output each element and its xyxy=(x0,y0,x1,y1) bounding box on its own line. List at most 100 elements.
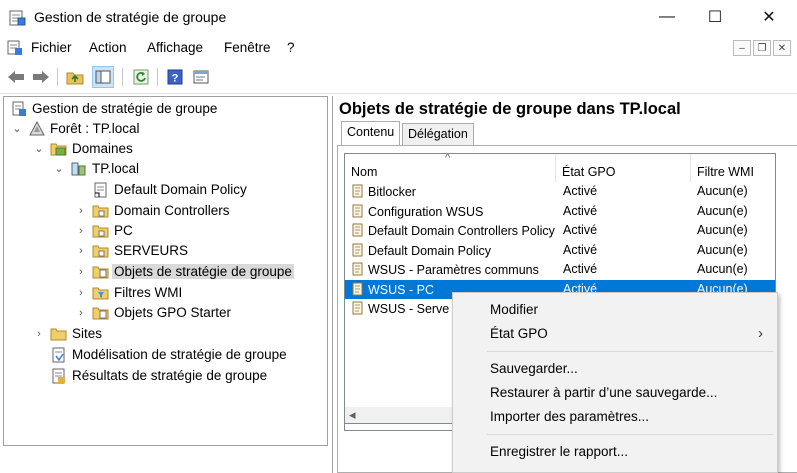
chevron-down-icon[interactable]: ⌄ xyxy=(10,122,24,136)
gpo-state: Activé xyxy=(563,242,598,257)
gpo-wmi: Aucun(e) xyxy=(697,184,748,198)
menu-item-enregistrer-rapport[interactable]: Enregistrer le rapport... xyxy=(453,439,777,463)
mdi-minimize-button[interactable]: – xyxy=(733,40,751,56)
tree-node-results[interactable]: Résultats de stratégie de groupe xyxy=(50,366,267,385)
toolbar-separator xyxy=(57,68,58,86)
chevron-right-icon[interactable]: › xyxy=(74,306,88,320)
close-button[interactable]: ✕ xyxy=(746,0,792,34)
menu-help[interactable]: ? xyxy=(287,40,295,55)
toolbar: ? xyxy=(0,60,797,94)
tree-node-pc[interactable]: › PC xyxy=(74,221,133,240)
tree-node-starter-gpos[interactable]: › Objets GPO Starter xyxy=(74,303,231,322)
table-row[interactable]: Default Domain Controllers Policy Activé… xyxy=(345,221,775,241)
chevron-right-icon[interactable]: › xyxy=(74,224,88,238)
table-row[interactable]: Bitlocker Activé Aucun(e) xyxy=(345,182,775,202)
tree-node-gpo-container[interactable]: › Objets de stratégie de groupe xyxy=(74,262,294,281)
menu-item-etat-gpo[interactable]: État GPO › xyxy=(453,321,777,345)
chevron-down-icon[interactable]: ⌄ xyxy=(32,142,46,156)
tree-node-forest[interactable]: ⌄ Forêt : TP.local xyxy=(10,119,140,138)
toolbar-separator xyxy=(157,68,158,86)
gpo-name: Default Domain Controllers Policy xyxy=(368,224,555,238)
starter-folder-icon xyxy=(92,305,109,321)
tree-node-label: Gestion de stratégie de groupe xyxy=(32,101,218,116)
help-icon[interactable]: ? xyxy=(164,66,186,88)
tree-node-wmi-filters[interactable]: › Filtres WMI xyxy=(74,283,182,302)
menu-item-restaurer[interactable]: Restaurer à partir d’une sauvegarde... xyxy=(453,380,777,404)
forward-arrow-icon[interactable] xyxy=(30,66,52,88)
gpo-name: Default Domain Policy xyxy=(368,243,491,258)
column-header-filtre-wmi[interactable]: Filtre WMI xyxy=(691,154,775,182)
title-bar: Gestion de stratégie de groupe — ☐ ✕ xyxy=(0,0,797,36)
chevron-right-icon[interactable]: › xyxy=(74,286,88,300)
scroll-left-icon[interactable]: ◂ xyxy=(349,407,356,423)
chevron-right-icon[interactable]: › xyxy=(74,265,88,279)
tree-node-sites[interactable]: › Sites xyxy=(32,324,102,343)
gpo-scroll-icon xyxy=(351,282,364,296)
tree-node-label: Domain Controllers xyxy=(114,203,230,218)
menu-item-modifier[interactable]: Modifier xyxy=(453,297,777,321)
tree-node-default-domain-policy[interactable]: Default Domain Policy xyxy=(92,180,247,199)
minimize-button[interactable]: — xyxy=(644,0,690,34)
up-folder-icon[interactable] xyxy=(64,66,86,88)
tree-node-label: PC xyxy=(114,223,133,238)
console-icon[interactable] xyxy=(7,40,23,56)
gpo-folder-icon xyxy=(92,264,109,280)
gpo-state: Activé xyxy=(563,203,598,218)
chevron-down-icon[interactable]: ⌄ xyxy=(52,162,66,176)
tree-node-domains[interactable]: ⌄ Domaines xyxy=(32,139,133,158)
menu-item-sauvegarder[interactable]: Sauvegarder... xyxy=(453,356,777,380)
pane-title: Objets de stratégie de groupe dans TP.lo… xyxy=(339,100,681,118)
column-header-etat-gpo[interactable]: État GPO xyxy=(556,154,691,182)
gpo-scroll-icon xyxy=(351,243,364,257)
chevron-right-icon[interactable]: › xyxy=(74,244,88,258)
menu-action[interactable]: Action xyxy=(89,40,127,55)
tab-delegation[interactable]: Délégation xyxy=(402,123,474,145)
gpo-name: WSUS - Serve xyxy=(368,302,450,316)
tab-contenu[interactable]: Contenu xyxy=(341,121,401,146)
table-row[interactable]: WSUS - Paramètres communs Activé Aucun(e… xyxy=(345,260,775,280)
ou-folder-icon xyxy=(92,243,109,259)
maximize-button[interactable]: ☐ xyxy=(692,0,738,34)
tree-node-gpm-root[interactable]: Gestion de stratégie de groupe xyxy=(10,99,217,118)
tree-node-label: Domaines xyxy=(72,141,133,156)
mdi-close-button[interactable]: ✕ xyxy=(773,40,791,56)
back-arrow-icon[interactable] xyxy=(5,66,27,88)
gpo-wmi: Aucun(e) xyxy=(697,262,748,276)
tree-node-domain-controllers[interactable]: › Domain Controllers xyxy=(74,201,230,220)
wmi-folder-icon xyxy=(92,285,109,301)
menu-item-label: Restaurer à partir d’une sauvegarde... xyxy=(490,384,718,400)
menu-item-label: Importer des paramètres... xyxy=(490,408,650,424)
chevron-right-icon[interactable]: › xyxy=(74,204,88,218)
menu-affichage[interactable]: Affichage xyxy=(147,40,203,55)
tree-node-tp-local[interactable]: ⌄ TP.local xyxy=(52,159,139,178)
menu-fichier[interactable]: Fichier xyxy=(31,40,72,55)
table-row[interactable]: Default Domain Policy Activé Aucun(e) xyxy=(345,241,775,261)
menu-separator xyxy=(487,351,773,352)
window-title: Gestion de stratégie de groupe xyxy=(34,9,227,25)
menu-item-label: État GPO xyxy=(490,325,548,341)
domain-icon xyxy=(70,161,87,177)
menu-item-importer[interactable]: Importer des paramètres... xyxy=(453,404,777,428)
mdi-restore-button[interactable]: ❐ xyxy=(753,40,771,56)
refresh-icon[interactable] xyxy=(130,66,152,88)
show-hide-tree-icon[interactable] xyxy=(92,66,114,88)
gpo-name: Configuration WSUS xyxy=(368,204,484,219)
gpo-scroll-icon xyxy=(351,204,364,218)
menu-fenetre[interactable]: Fenêtre xyxy=(224,40,271,55)
properties-icon[interactable] xyxy=(190,66,212,88)
table-row[interactable]: Configuration WSUS Activé Aucun(e) xyxy=(345,202,775,222)
menu-separator xyxy=(487,434,773,435)
tree-node-label: Résultats de stratégie de groupe xyxy=(72,368,268,383)
column-header-nom[interactable]: Nom xyxy=(345,154,556,182)
gpo-state: Activé xyxy=(563,262,598,276)
gpo-scroll-icon xyxy=(351,262,364,276)
menu-item-label: Modifier xyxy=(490,301,539,317)
gpo-state: Activé xyxy=(563,184,598,198)
tree-node-serveurs[interactable]: › SERVEURS xyxy=(74,241,188,260)
tree-node-modeling[interactable]: Modélisation de stratégie de groupe xyxy=(50,345,287,364)
tree-node-label: TP.local xyxy=(92,161,140,176)
tree-node-label: SERVEURS xyxy=(114,243,189,258)
ou-folder-icon xyxy=(92,203,109,219)
results-icon xyxy=(50,368,67,384)
chevron-right-icon[interactable]: › xyxy=(32,327,46,341)
